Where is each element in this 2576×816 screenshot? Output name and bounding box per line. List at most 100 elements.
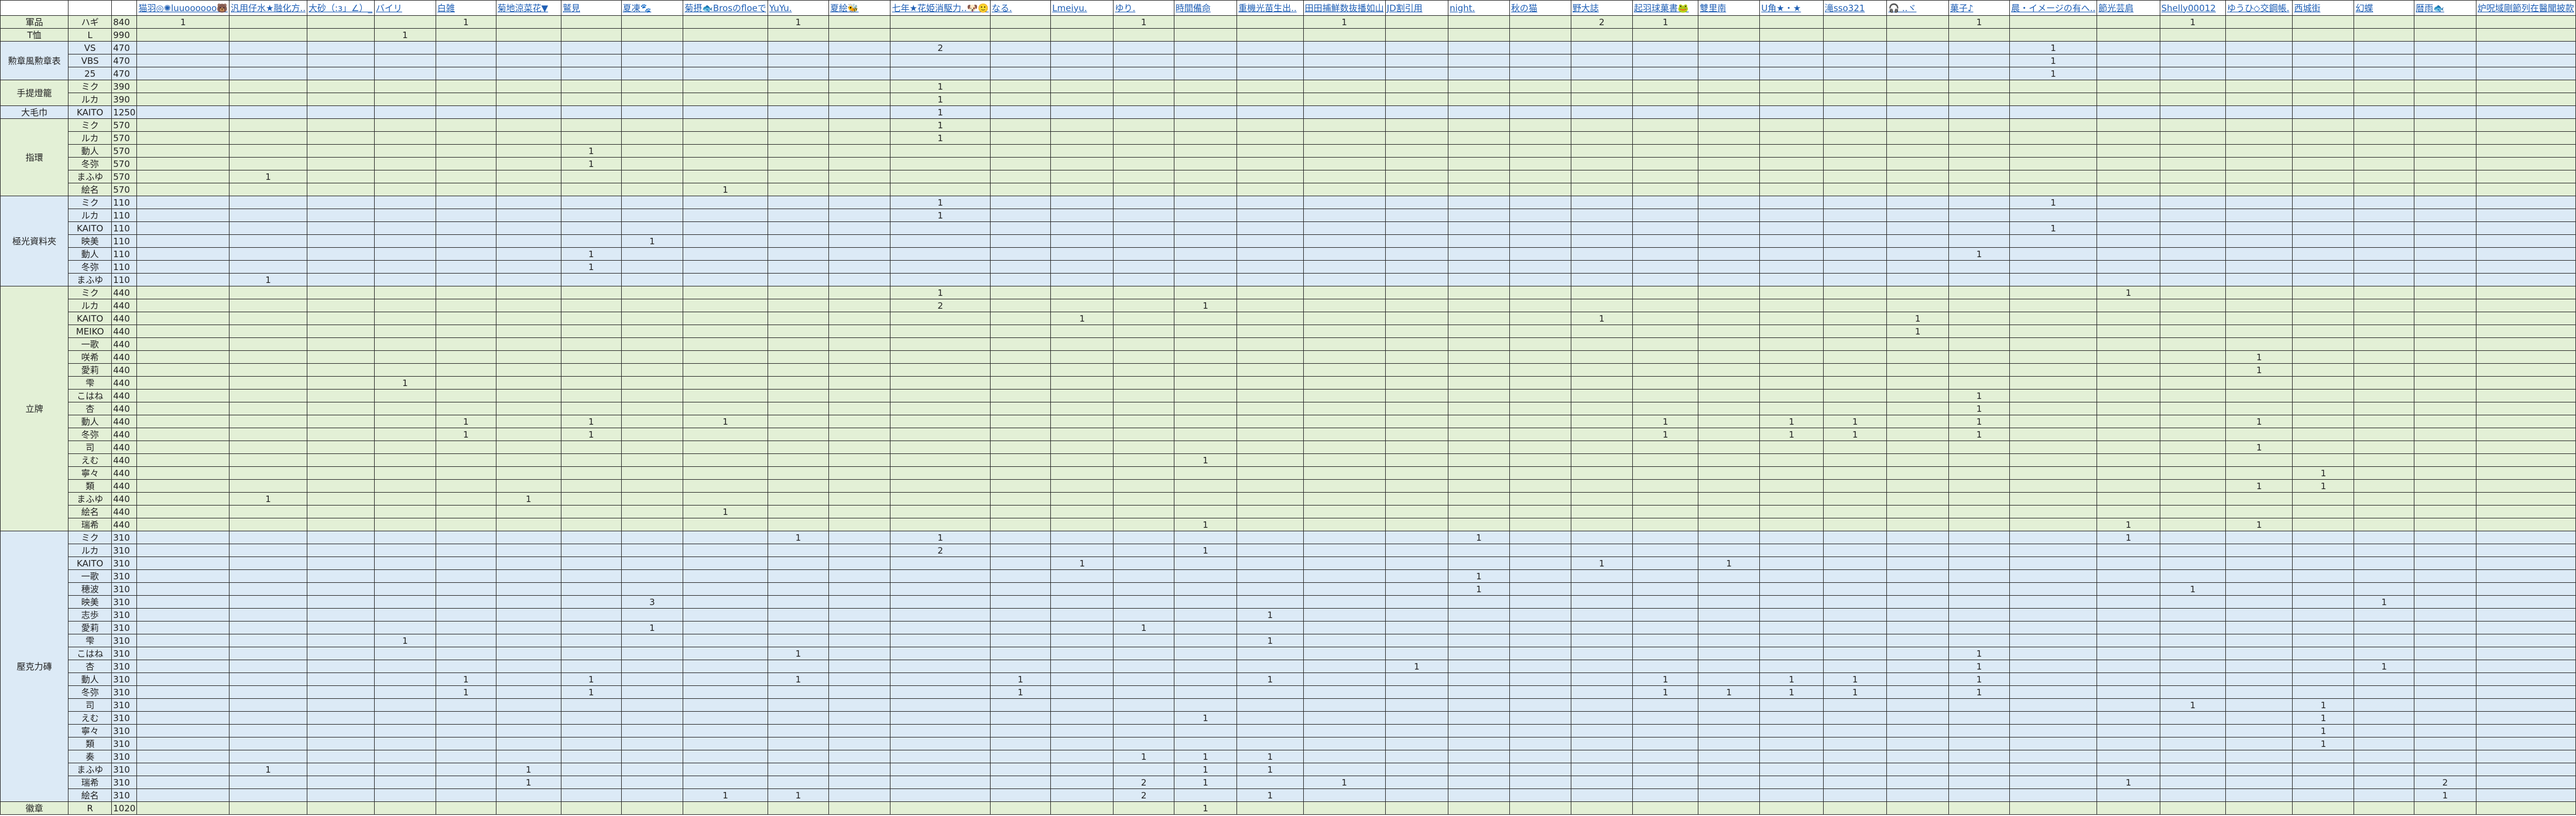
count-cell[interactable]: 1: [2292, 698, 2355, 712]
count-cell[interactable]: [229, 183, 308, 196]
count-cell[interactable]: [1632, 80, 1699, 93]
count-cell[interactable]: [1698, 582, 1760, 596]
count-cell[interactable]: [1823, 724, 1888, 738]
count-cell[interactable]: [1385, 363, 1449, 377]
count-cell[interactable]: [1823, 544, 1888, 557]
count-cell[interactable]: [828, 183, 891, 196]
count-cell[interactable]: [1698, 569, 1760, 583]
count-cell[interactable]: [2354, 737, 2415, 750]
count-cell[interactable]: [2292, 672, 2355, 686]
count-cell[interactable]: [136, 157, 230, 170]
count-cell[interactable]: [890, 582, 991, 596]
count-cell[interactable]: [1448, 698, 1510, 712]
count-cell[interactable]: [1823, 337, 1888, 351]
count-cell[interactable]: [1823, 41, 1888, 54]
count-cell[interactable]: [2354, 711, 2415, 725]
count-cell[interactable]: [1823, 260, 1888, 274]
count-cell[interactable]: [989, 41, 1051, 54]
count-cell[interactable]: 2: [890, 544, 991, 557]
count-cell[interactable]: [1632, 544, 1699, 557]
count-cell[interactable]: [1385, 479, 1449, 493]
count-cell[interactable]: [2414, 569, 2476, 583]
count-cell[interactable]: [435, 234, 496, 248]
count-cell[interactable]: [560, 698, 622, 712]
count-cell[interactable]: [1303, 492, 1386, 506]
count-cell[interactable]: [2354, 698, 2415, 712]
count-cell[interactable]: [2225, 376, 2293, 390]
count-cell[interactable]: [1948, 544, 2010, 557]
count-cell[interactable]: [2097, 67, 2160, 80]
count-cell[interactable]: [560, 453, 622, 467]
count-cell[interactable]: [828, 260, 891, 274]
count-cell[interactable]: [1050, 737, 1114, 750]
count-cell[interactable]: [1448, 544, 1510, 557]
count-cell[interactable]: [2159, 763, 2226, 776]
count-cell[interactable]: [2225, 750, 2293, 763]
count-cell[interactable]: [1570, 428, 1633, 441]
count-cell[interactable]: 1: [1113, 621, 1174, 634]
count-cell[interactable]: [1759, 28, 1824, 42]
count-cell[interactable]: [307, 93, 375, 106]
count-cell[interactable]: [1050, 582, 1114, 596]
price-cell[interactable]: 440: [111, 518, 138, 531]
count-cell[interactable]: [2414, 415, 2476, 428]
count-cell[interactable]: [1113, 582, 1174, 596]
count-cell[interactable]: [1698, 118, 1760, 132]
count-cell[interactable]: [828, 350, 891, 364]
count-cell[interactable]: [767, 415, 829, 428]
count-cell[interactable]: [307, 685, 375, 699]
character-cell[interactable]: MEIKO: [68, 325, 112, 338]
count-cell[interactable]: [374, 518, 436, 531]
count-cell[interactable]: [1236, 647, 1304, 660]
count-cell[interactable]: [2159, 415, 2226, 428]
count-cell[interactable]: [621, 105, 684, 119]
count-cell[interactable]: 1: [435, 685, 496, 699]
price-cell[interactable]: 440: [111, 299, 138, 312]
count-cell[interactable]: [1632, 505, 1699, 518]
count-cell[interactable]: [560, 389, 622, 402]
count-cell[interactable]: [2009, 441, 2098, 454]
count-cell[interactable]: [767, 312, 829, 325]
count-cell[interactable]: [683, 28, 768, 42]
count-cell[interactable]: [1448, 647, 1510, 660]
count-cell[interactable]: [890, 672, 991, 686]
count-cell[interactable]: [2414, 93, 2476, 106]
price-cell[interactable]: 440: [111, 389, 138, 402]
count-cell[interactable]: [767, 234, 829, 248]
count-cell[interactable]: [1570, 402, 1633, 415]
count-cell[interactable]: [828, 286, 891, 299]
count-cell[interactable]: [1050, 183, 1114, 196]
count-cell[interactable]: 1: [2009, 54, 2098, 67]
count-cell[interactable]: [621, 183, 684, 196]
count-cell[interactable]: [1173, 118, 1238, 132]
count-cell[interactable]: [621, 608, 684, 622]
count-cell[interactable]: [989, 260, 1051, 274]
count-cell[interactable]: [1886, 453, 1949, 467]
count-cell[interactable]: [890, 350, 991, 364]
count-cell[interactable]: [890, 453, 991, 467]
count-cell[interactable]: [1173, 621, 1238, 634]
count-cell[interactable]: [2475, 479, 2576, 493]
count-cell[interactable]: [621, 634, 684, 647]
count-cell[interactable]: [1759, 260, 1824, 274]
count-cell[interactable]: [1303, 260, 1386, 274]
count-cell[interactable]: [1570, 376, 1633, 390]
count-cell[interactable]: [621, 415, 684, 428]
count-cell[interactable]: [1113, 698, 1174, 712]
count-cell[interactable]: [1113, 647, 1174, 660]
count-cell[interactable]: [1886, 337, 1949, 351]
count-cell[interactable]: [435, 80, 496, 93]
count-cell[interactable]: [2414, 453, 2476, 467]
count-cell[interactable]: [2225, 608, 2293, 622]
count-cell[interactable]: [1632, 67, 1699, 80]
count-cell[interactable]: [1509, 595, 1571, 609]
count-cell[interactable]: [890, 518, 991, 531]
count-cell[interactable]: [1570, 608, 1633, 622]
count-cell[interactable]: [989, 711, 1051, 725]
count-cell[interactable]: [989, 144, 1051, 158]
count-cell[interactable]: [1173, 505, 1238, 518]
count-cell[interactable]: [2159, 170, 2226, 183]
count-cell[interactable]: [1113, 196, 1174, 209]
count-cell[interactable]: [989, 569, 1051, 583]
count-cell[interactable]: 1: [1759, 415, 1824, 428]
